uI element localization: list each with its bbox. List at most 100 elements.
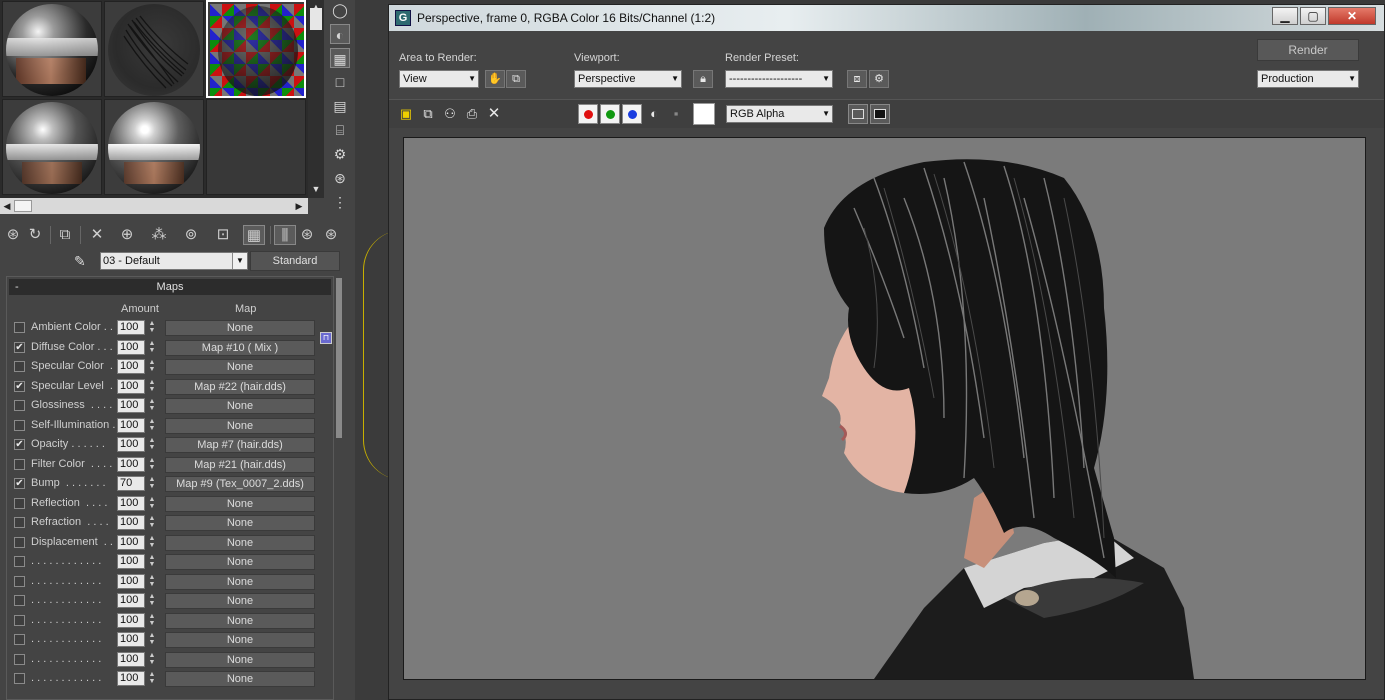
- toggle-ui-icon[interactable]: [870, 104, 890, 124]
- amount-spinner-icon[interactable]: ▲ ▼: [147, 437, 157, 452]
- color-swatch[interactable]: [693, 103, 715, 125]
- map-slot-button[interactable]: Map #22 (hair.dds): [165, 378, 315, 395]
- amount-spinner-icon[interactable]: ▲ ▼: [147, 359, 157, 374]
- amount-spinner-icon[interactable]: ▲ ▼: [147, 496, 157, 511]
- slots-vertical-scrollbar[interactable]: ▲ ▼: [308, 0, 324, 198]
- map-enable-checkbox[interactable]: [14, 497, 25, 509]
- map-slot-button[interactable]: None: [165, 651, 315, 668]
- print-image-icon[interactable]: ⎙: [463, 105, 481, 123]
- put-to-library-icon[interactable]: ⊚: [180, 225, 202, 245]
- map-enable-checkbox[interactable]: [14, 595, 25, 606]
- show-end-result-icon[interactable]: ⫼: [274, 225, 296, 245]
- select-by-material-icon[interactable]: ⊛: [330, 168, 350, 188]
- map-amount-field[interactable]: 100: [117, 495, 145, 511]
- red-channel-toggle[interactable]: [578, 104, 598, 124]
- material-type-button[interactable]: Standard: [250, 251, 340, 271]
- sample-slot-4[interactable]: [2, 99, 102, 195]
- amount-spinner-icon[interactable]: ▲ ▼: [147, 476, 157, 491]
- map-slot-button[interactable]: None: [165, 554, 315, 570]
- map-slot-button[interactable]: None: [165, 515, 315, 531]
- render-preset-dropdown[interactable]: -------------------- ▼: [725, 70, 833, 88]
- production-dropdown[interactable]: Production ▼: [1257, 70, 1359, 88]
- map-enable-checkbox[interactable]: [14, 419, 25, 431]
- map-enable-checkbox[interactable]: [14, 361, 25, 372]
- toggle-ui-overlay-icon[interactable]: [848, 104, 868, 124]
- sample-slot-5[interactable]: [104, 99, 204, 195]
- viewport-dropdown[interactable]: Perspective ▼: [574, 70, 682, 88]
- amount-spinner-icon[interactable]: ▲ ▼: [147, 554, 157, 569]
- map-enable-checkbox[interactable]: ✔: [14, 439, 25, 450]
- sample-uv-tiling-icon[interactable]: □: [330, 72, 350, 92]
- map-enable-checkbox[interactable]: ✔: [14, 341, 25, 353]
- material-map-navigator-icon[interactable]: ⋮: [330, 192, 350, 212]
- map-amount-field[interactable]: 100: [117, 573, 145, 589]
- map-amount-field[interactable]: 100: [117, 554, 145, 569]
- map-slot-button[interactable]: None: [165, 417, 315, 434]
- channel-display-dropdown[interactable]: RGB Alpha ▼: [726, 105, 833, 123]
- map-amount-field[interactable]: 100: [117, 651, 145, 667]
- map-slot-button[interactable]: Map #9 (Tex_0007_2.dds): [165, 476, 315, 492]
- map-amount-field[interactable]: 100: [117, 456, 145, 472]
- map-slot-button[interactable]: None: [165, 593, 315, 609]
- sample-type-icon[interactable]: ◯: [330, 0, 350, 20]
- map-amount-field[interactable]: 100: [117, 398, 145, 413]
- map-amount-field[interactable]: 100: [117, 417, 145, 433]
- map-amount-field[interactable]: 100: [117, 632, 145, 647]
- make-unique-icon[interactable]: ⁂: [148, 225, 170, 245]
- map-amount-field[interactable]: 100: [117, 437, 145, 452]
- map-slot-button[interactable]: None: [165, 320, 315, 336]
- map-enable-checkbox[interactable]: [14, 673, 25, 684]
- chevron-down-icon[interactable]: ▼: [232, 253, 247, 269]
- amount-spinner-icon[interactable]: ▲ ▼: [147, 457, 157, 472]
- map-slot-button[interactable]: None: [165, 398, 315, 414]
- map-slot-button[interactable]: None: [165, 612, 315, 629]
- material-id-icon[interactable]: ⊡: [212, 225, 234, 245]
- render-setup-icon[interactable]: ⧈: [847, 70, 867, 88]
- map-enable-checkbox[interactable]: [14, 322, 25, 333]
- map-enable-checkbox[interactable]: [14, 575, 25, 587]
- map-slot-button[interactable]: None: [165, 632, 315, 648]
- amount-spinner-icon[interactable]: ▲ ▼: [147, 652, 157, 667]
- make-preview-icon[interactable]: ⌸: [330, 120, 350, 140]
- map-amount-field[interactable]: 100: [117, 378, 145, 394]
- amount-spinner-icon[interactable]: ▲ ▼: [147, 574, 157, 589]
- maximize-icon[interactable]: ▢: [1300, 7, 1326, 25]
- lock-viewport-icon[interactable]: 🔒︎: [693, 70, 713, 88]
- map-enable-checkbox[interactable]: [14, 653, 25, 665]
- monochrome-icon[interactable]: ▪: [667, 105, 685, 123]
- map-amount-field[interactable]: 100: [117, 339, 145, 355]
- scroll-thumb[interactable]: [14, 200, 32, 212]
- save-image-icon[interactable]: ▣: [397, 105, 415, 123]
- slots-horizontal-scrollbar[interactable]: ◀ ▶: [0, 198, 308, 214]
- map-amount-field[interactable]: 100: [117, 534, 145, 550]
- reset-map-icon[interactable]: ✕: [86, 225, 108, 245]
- clear-icon[interactable]: ✕: [485, 105, 503, 123]
- map-enable-checkbox[interactable]: [14, 614, 25, 626]
- map-enable-checkbox[interactable]: ✔: [14, 478, 25, 489]
- map-slot-button[interactable]: Map #10 ( Mix ): [165, 339, 315, 356]
- sample-slot-3[interactable]: [206, 0, 306, 98]
- minimize-icon[interactable]: ▁: [1272, 7, 1298, 25]
- render-button[interactable]: Render: [1257, 39, 1359, 61]
- amount-spinner-icon[interactable]: ▲ ▼: [147, 515, 157, 530]
- go-forward-to-sibling-icon[interactable]: ⊛: [320, 225, 342, 245]
- green-channel-toggle[interactable]: [600, 104, 620, 124]
- sample-slot-1[interactable]: [2, 1, 102, 97]
- options-icon[interactable]: ⚙: [330, 144, 350, 164]
- map-enable-checkbox[interactable]: [14, 517, 25, 528]
- map-amount-field[interactable]: 100: [117, 515, 145, 530]
- map-amount-field[interactable]: 100: [117, 612, 145, 628]
- map-amount-field[interactable]: 70: [117, 476, 145, 491]
- maps-rollout-header[interactable]: - Maps: [9, 279, 331, 295]
- map-slot-button[interactable]: None: [165, 534, 315, 551]
- copy-image-icon[interactable]: ⧉: [419, 105, 437, 123]
- scroll-right-arrow-icon[interactable]: ▶: [292, 199, 306, 213]
- amount-spinner-icon[interactable]: ▲ ▼: [147, 535, 157, 550]
- sample-slot-6[interactable]: [206, 99, 306, 195]
- map-enable-checkbox[interactable]: [14, 634, 25, 645]
- material-name-field[interactable]: 03 - Default ▼: [100, 252, 248, 270]
- background-checker-icon[interactable]: ▦: [330, 48, 350, 68]
- map-amount-field[interactable]: 100: [117, 671, 145, 686]
- blue-channel-toggle[interactable]: [622, 104, 642, 124]
- map-amount-field[interactable]: 100: [117, 320, 145, 335]
